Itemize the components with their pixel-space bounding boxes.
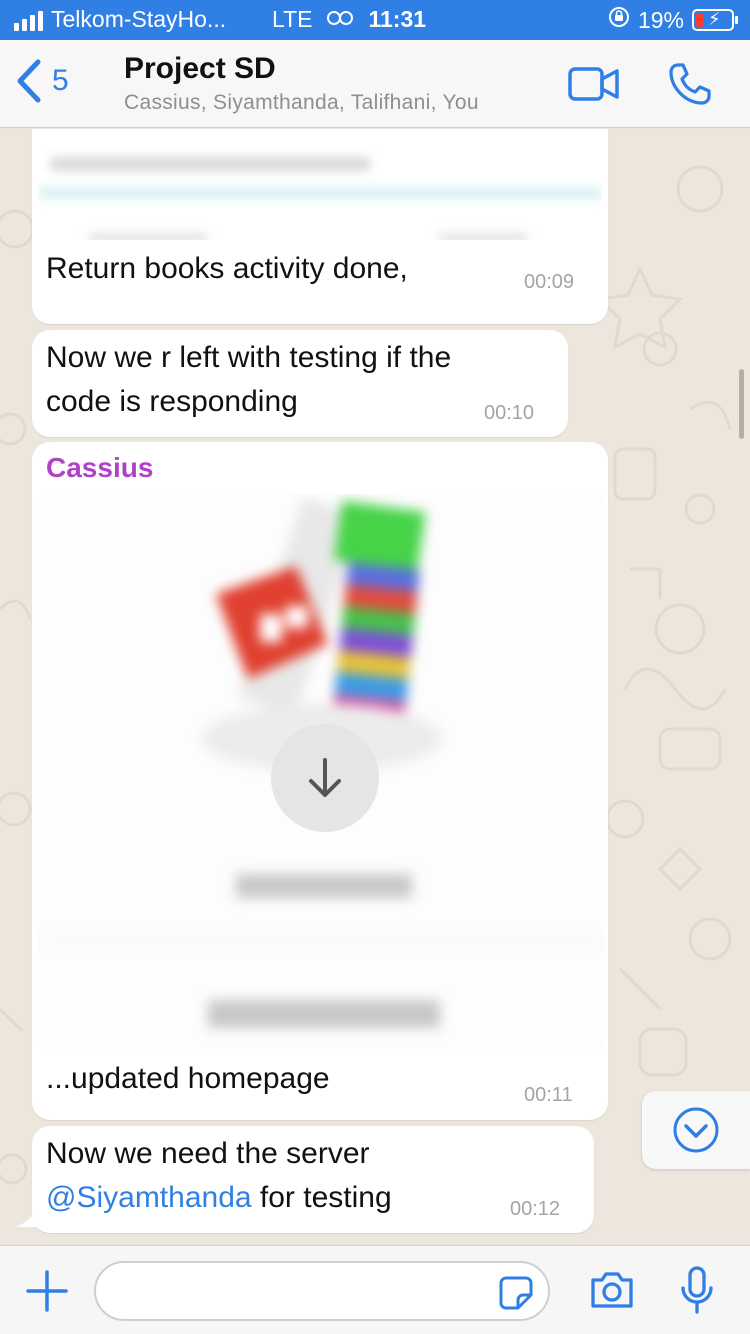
message-bubble[interactable]: Return books activity done, 00:09 <box>32 129 608 324</box>
message-text: Return books activity done, <box>46 252 408 285</box>
microphone-icon[interactable] <box>680 1266 714 1316</box>
mention-link[interactable]: @Siyamthanda <box>46 1181 252 1214</box>
video-call-icon[interactable] <box>568 66 620 102</box>
message-time: 00:12 <box>510 1198 561 1220</box>
image-caption: ...updated homepage <box>46 1062 330 1095</box>
message-text-line2: code is responding <box>46 385 298 418</box>
carrier-name: Telkom-StayHo... <box>51 6 227 32</box>
chat-info[interactable]: Project SD Cassius, Siyamthanda, Talifha… <box>124 52 479 115</box>
message-text-line2: @Siyamthanda for testing <box>46 1176 392 1220</box>
download-arrow-icon <box>309 758 341 797</box>
download-button[interactable] <box>271 724 379 832</box>
message-time: 00:11 <box>524 1084 573 1106</box>
chat-area[interactable]: Return books activity done, 00:09 Now we… <box>0 129 750 1245</box>
chat-header: 5 Project SD Cassius, Siyamthanda, Talif… <box>0 40 750 128</box>
scroll-to-bottom-button[interactable] <box>642 1091 750 1169</box>
bubble-tail <box>16 1209 38 1227</box>
link-preview[interactable] <box>38 129 602 240</box>
back-chevron-icon <box>17 59 41 103</box>
phone-call-icon[interactable] <box>668 62 712 106</box>
sticker-icon[interactable] <box>498 1275 534 1311</box>
message-text-line1: Now we need the server <box>46 1137 370 1170</box>
message-input[interactable] <box>94 1261 550 1321</box>
clock: 11:31 <box>368 6 427 32</box>
message-bubble[interactable]: Now we need the server @Siyamthanda for … <box>32 1126 594 1233</box>
message-time: 00:10 <box>484 402 535 424</box>
network-type: LTE <box>272 6 313 32</box>
message-bubble-image[interactable]: Cassius ...updated homepage 00:11 <box>32 442 608 1120</box>
message-time: 00:09 <box>524 271 575 293</box>
message-text-line1: Now we r left with testing if the <box>46 341 452 374</box>
vpn-icon <box>326 6 354 33</box>
plus-icon[interactable] <box>26 1270 68 1312</box>
back-button[interactable]: 5 <box>14 58 69 104</box>
sender-name: Cassius <box>46 452 154 483</box>
message-text-after-mention: for testing <box>251 1181 392 1214</box>
scroll-down-icon <box>673 1107 719 1153</box>
unread-count: 5 <box>52 64 69 97</box>
chat-title: Project SD <box>124 52 276 85</box>
camera-icon[interactable] <box>589 1270 635 1310</box>
message-bubble[interactable]: Now we r left with testing if the code i… <box>32 330 568 437</box>
status-bar: Telkom-StayHo... LTE 11:31 19% ⚡ <box>0 0 750 40</box>
battery-percent: 19% <box>637 6 684 33</box>
scroll-indicator[interactable] <box>739 369 744 439</box>
blurred-image[interactable] <box>38 494 606 1050</box>
chat-members: Cassius, Siyamthanda, Talifhani, You <box>124 91 479 114</box>
battery-icon: ⚡ <box>692 9 738 31</box>
message-input-bar <box>0 1245 750 1334</box>
signal-icon <box>14 9 43 31</box>
orientation-lock-icon <box>608 6 630 34</box>
